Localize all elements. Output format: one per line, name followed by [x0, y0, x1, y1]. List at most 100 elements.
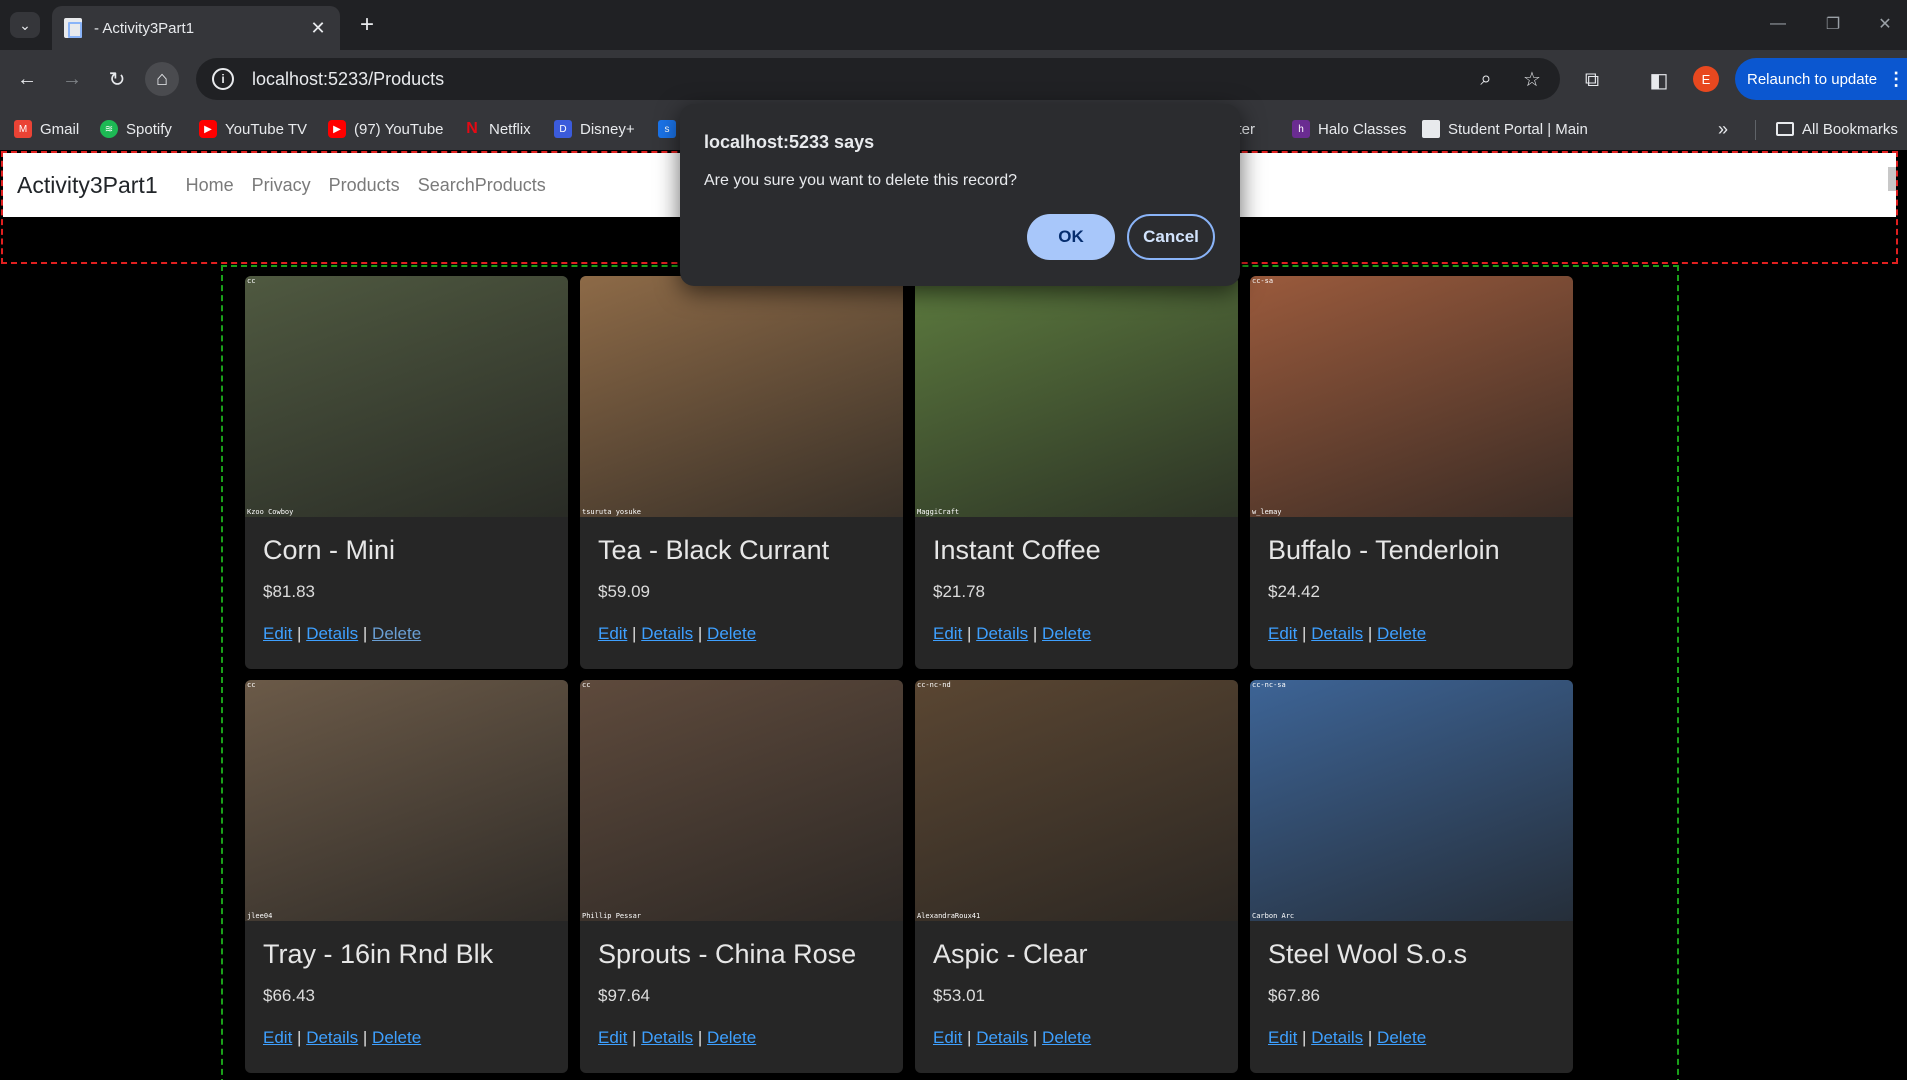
details-link[interactable]: Details: [1311, 624, 1363, 643]
netflix-icon: N: [466, 120, 478, 137]
delete-link[interactable]: Delete: [372, 624, 421, 643]
bookmark-student-portal[interactable]: Student Portal | Main: [1422, 117, 1588, 141]
tab-search-button[interactable]: ⌄: [10, 12, 40, 38]
page-scrollbar[interactable]: [1888, 167, 1896, 191]
bookmark-netflix[interactable]: N Netflix: [463, 117, 530, 141]
product-card: tsuruta yosuke Tea - Black Currant $59.09 E…: [580, 276, 903, 669]
home-icon: ⌂: [155, 67, 169, 90]
forward-button[interactable]: →: [55, 62, 89, 96]
edit-link[interactable]: Edit: [598, 624, 627, 643]
back-button[interactable]: ←: [10, 62, 44, 96]
edit-link[interactable]: Edit: [1268, 1028, 1297, 1047]
profile-avatar[interactable]: E: [1693, 66, 1719, 92]
all-bookmarks-button[interactable]: All Bookmarks: [1776, 117, 1898, 141]
more-menu-icon[interactable]: ⋮: [1887, 69, 1905, 90]
separator: |: [967, 624, 972, 643]
confirm-delete-dialog: localhost:5233 says Are you sure you wan…: [680, 104, 1240, 286]
products-container: cc Kzoo Cowboy Corn - Mini $81.83 Edit | Det…: [221, 265, 1679, 1080]
details-link[interactable]: Details: [976, 624, 1028, 643]
nav-privacy-link[interactable]: Privacy: [252, 175, 311, 196]
product-name: Buffalo - Tenderloin: [1268, 535, 1500, 565]
product-image: tsuruta yosuke: [580, 276, 903, 517]
new-tab-button[interactable]: +: [352, 10, 382, 40]
extensions-icon[interactable]: ⧉: [1578, 66, 1606, 94]
delete-link[interactable]: Delete: [1377, 624, 1426, 643]
nav-products-link[interactable]: Products: [329, 175, 400, 196]
product-card: cc Phillip Pessar Sprouts - China Rose $97.…: [580, 680, 903, 1073]
product-actions: Edit | Details | Delete: [263, 1028, 568, 1048]
details-link[interactable]: Details: [1311, 1028, 1363, 1047]
site-info-icon[interactable]: i: [212, 68, 234, 90]
edit-link[interactable]: Edit: [933, 1028, 962, 1047]
bookmark-youtube-tv[interactable]: ▶ YouTube TV: [199, 117, 307, 141]
image-credit: tsuruta yosuke: [582, 508, 642, 516]
edit-link[interactable]: Edit: [598, 1028, 627, 1047]
arrow-left-icon: ←: [17, 67, 37, 90]
nav-home-link[interactable]: Home: [186, 175, 234, 196]
page-content: Activity3Part1 Home Privacy Products Sea…: [0, 150, 1907, 1080]
bookmark-youtube[interactable]: ▶ (97) YouTube: [328, 117, 444, 141]
product-price: $53.01: [933, 986, 985, 1005]
product-actions: Edit | Details | Delete: [933, 624, 1238, 644]
edit-link[interactable]: Edit: [1268, 624, 1297, 643]
edit-link[interactable]: Edit: [263, 624, 292, 643]
delete-link[interactable]: Delete: [1377, 1028, 1426, 1047]
product-price: $21.78: [933, 582, 985, 601]
portal-icon: [1422, 120, 1440, 138]
details-link[interactable]: Details: [641, 624, 693, 643]
delete-link[interactable]: Delete: [707, 1028, 756, 1047]
delete-link[interactable]: Delete: [1042, 1028, 1091, 1047]
product-name: Instant Coffee: [933, 535, 1101, 565]
product-image: cc-nc-sa Carbon Arc: [1250, 680, 1573, 921]
product-image: cc Phillip Pessar: [580, 680, 903, 921]
bookmark-spotify[interactable]: ≋ Spotify: [100, 117, 172, 141]
restore-window-button[interactable]: ❐: [1810, 10, 1856, 38]
gmail-icon: M: [14, 120, 32, 138]
dialog-title: localhost:5233 says: [704, 132, 875, 152]
dialog-ok-button[interactable]: OK: [1027, 214, 1115, 260]
browser-toolbar: ← → ↻ ⌂ i localhost:5233/Products ⌕ ☆ ⧉ …: [0, 50, 1907, 108]
delete-link[interactable]: Delete: [372, 1028, 421, 1047]
browser-window: ⌄ - Activity3Part1 ✕ + — ❐ ✕ ← → ↻ ⌂ i l…: [0, 0, 1907, 1080]
bookmark-halo[interactable]: h Halo Classes: [1292, 117, 1406, 141]
browser-tab-active[interactable]: - Activity3Part1 ✕: [52, 6, 340, 50]
nav-searchproducts-link[interactable]: SearchProducts: [418, 175, 546, 196]
edit-link[interactable]: Edit: [933, 624, 962, 643]
close-window-button[interactable]: ✕: [1862, 10, 1907, 38]
url-text[interactable]: localhost:5233/Products: [252, 69, 1452, 90]
separator: |: [967, 1028, 972, 1047]
product-actions: Edit | Details | Delete: [598, 624, 903, 644]
dialog-cancel-button[interactable]: Cancel: [1127, 214, 1215, 260]
youtube-icon: ▶: [328, 120, 346, 138]
delete-link[interactable]: Delete: [1042, 624, 1091, 643]
separator: |: [697, 1028, 703, 1047]
edit-link[interactable]: Edit: [263, 1028, 292, 1047]
relaunch-to-update-button[interactable]: Relaunch to update ⋮: [1735, 58, 1907, 100]
chevron-down-icon: ⌄: [19, 16, 31, 33]
more-bookmarks-button[interactable]: »: [1718, 117, 1728, 141]
details-link[interactable]: Details: [641, 1028, 693, 1047]
minimize-window-button[interactable]: —: [1755, 10, 1801, 38]
site-brand-link[interactable]: Activity3Part1: [17, 172, 158, 199]
image-credit: MaggiCraft: [917, 508, 960, 516]
separator: |: [362, 624, 368, 643]
reload-button[interactable]: ↻: [100, 62, 134, 96]
home-button[interactable]: ⌂: [145, 62, 179, 96]
details-link[interactable]: Details: [976, 1028, 1028, 1047]
double-chevron-right-icon: »: [1718, 118, 1729, 139]
close-tab-icon[interactable]: ✕: [308, 18, 328, 39]
details-link[interactable]: Details: [306, 1028, 358, 1047]
side-panel-icon[interactable]: ◧: [1645, 66, 1673, 94]
product-price: $24.42: [1268, 582, 1320, 601]
separator: |: [1367, 1028, 1373, 1047]
zoom-icon[interactable]: ⌕: [1474, 68, 1498, 91]
separator: |: [362, 1028, 368, 1047]
bookmark-gmail[interactable]: M Gmail: [14, 117, 79, 141]
bookmark-disney[interactable]: D Disney+: [554, 117, 635, 141]
details-link[interactable]: Details: [306, 624, 358, 643]
address-bar[interactable]: i localhost:5233/Products ⌕ ☆: [196, 58, 1560, 100]
delete-link[interactable]: Delete: [707, 624, 756, 643]
product-card: MaggiCraft Instant Coffee $21.78 Edit | Det…: [915, 276, 1238, 669]
product-image: cc Kzoo Cowboy: [245, 276, 568, 517]
bookmark-star-icon[interactable]: ☆: [1520, 67, 1544, 92]
